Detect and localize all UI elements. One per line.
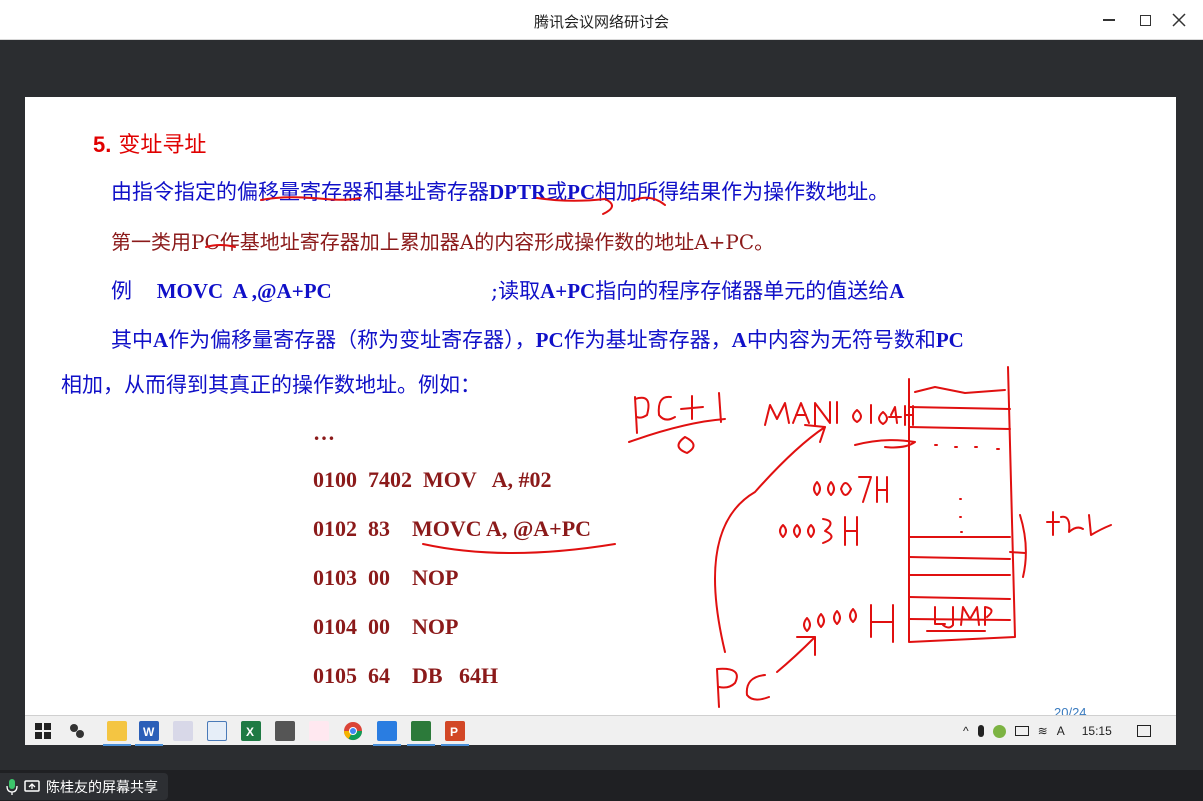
comment-part: 指向的程序存储器单元的值送给 <box>595 279 890 303</box>
wps-icon[interactable] <box>407 721 435 746</box>
slide: 5. 变址寻址 由指令指定的偏移量寄存器和基址寄存器DPTR或PC相加所得结果作… <box>25 97 1176 722</box>
or-text: 或 <box>546 180 568 204</box>
notification-icon[interactable] <box>1136 725 1151 737</box>
close-icon <box>1172 13 1186 27</box>
window-title-bar: 腾讯会议网络研讨会 <box>0 0 1203 40</box>
paragraph-definition: 由指令指定的偏移量寄存器和基址寄存器DPTR或PC相加所得结果作为操作数地址。 <box>111 176 889 206</box>
network-icon[interactable] <box>1014 726 1029 736</box>
svg-text:W: W <box>143 725 155 739</box>
explanation-part: 中内容为无符号数和 <box>746 328 936 352</box>
minimize-icon <box>1103 19 1115 21</box>
code-line: … <box>313 420 335 445</box>
ime-icon[interactable]: A <box>1057 724 1065 738</box>
definition-end-text: 相加所得结果作为操作数地址。 <box>595 180 890 204</box>
clock[interactable]: 15:15 <box>1082 724 1112 738</box>
example-instruction: MOVC A ,@A+PC <box>156 279 332 303</box>
explanation-part: PC <box>535 328 564 352</box>
microphone-icon[interactable] <box>977 725 984 737</box>
comment-part: ;读取 <box>491 279 541 303</box>
paragraph-first-type: 第一类用PC作基地址寄存器加上累加器A的内容形成操作数的地址A+PC。 <box>111 230 775 254</box>
wifi-icon[interactable]: ≋ <box>1038 724 1048 738</box>
share-indicator-bar: 陈桂友的屏幕共享 <box>0 770 1203 801</box>
shared-screen: 5. 变址寻址 由指令指定的偏移量寄存器和基址寄存器DPTR或PC相加所得结果作… <box>0 40 1203 770</box>
settings-app-icon[interactable] <box>67 721 87 741</box>
share-label: 陈桂友的屏幕共享 <box>46 779 158 796</box>
ebook-icon[interactable] <box>173 721 193 741</box>
excel-icon[interactable]: X <box>241 721 261 741</box>
comment-part: A <box>889 279 905 303</box>
dptr-text: DPTR <box>489 180 547 204</box>
powerpoint-icon[interactable]: P <box>441 721 469 746</box>
system-tray: ^ ≋ A 15:15 <box>963 716 1151 746</box>
heading-text: 变址寻址 <box>111 133 207 158</box>
pc-text: PC <box>567 180 596 204</box>
explanation-part: 作为偏移量寄存器（称为变址寄存器）， <box>168 328 536 352</box>
explanation-part: 其中 <box>111 328 153 352</box>
definition-text: 由指令指定的偏移量寄存器和基址寄存器 <box>111 180 489 204</box>
example-comment: ;读取A+PC指向的程序存储器单元的值送给A <box>491 275 904 305</box>
code-line: 0104 00 NOP <box>313 614 459 639</box>
status-app-icon[interactable] <box>992 724 1006 738</box>
explanation-part: PC <box>935 328 964 352</box>
comment-part: A+PC <box>540 279 596 303</box>
code-line: 0100 7402 MOV A, #02 <box>313 467 552 492</box>
minimize-button[interactable] <box>1094 6 1124 34</box>
remote-desktop-icon[interactable] <box>207 721 227 741</box>
code-line: 0102 83 MOVC A, @A+PC <box>313 516 592 541</box>
explanation-part: 作为基址寄存器， <box>563 328 732 352</box>
wifi-app-icon[interactable] <box>309 721 329 741</box>
close-button[interactable] <box>1164 6 1194 34</box>
microphone-icon <box>6 778 18 795</box>
screen-share-icon <box>24 779 40 792</box>
chrome-icon[interactable] <box>343 721 363 741</box>
explanation-part: A <box>731 328 747 352</box>
svg-text:X: X <box>246 725 254 739</box>
shared-taskbar: W X P ^ ≋ A 15:15 <box>25 715 1176 746</box>
heading-number: 5. <box>93 132 112 157</box>
paragraph-explanation: 其中A作为偏移量寄存器（称为变址寄存器），PC作为基址寄存器，A中内容为无符号数… <box>111 324 964 354</box>
maximize-icon <box>1139 14 1151 26</box>
chevron-up-icon[interactable]: ^ <box>963 724 969 738</box>
example-label: 例 <box>111 279 132 303</box>
tencent-meeting-icon[interactable] <box>373 721 401 746</box>
slide-heading: 5. 变址寻址 <box>93 127 206 159</box>
code-line: 0103 00 NOP <box>313 565 459 590</box>
monitor-icon[interactable] <box>275 721 295 741</box>
windows-start-icon[interactable] <box>33 721 53 741</box>
code-line: 0105 64 DB 64H <box>313 663 499 688</box>
paragraph-explanation-cont: 相加，从而得到其真正的操作数地址。例如： <box>61 373 481 397</box>
explanation-part: A <box>153 328 169 352</box>
word-icon[interactable]: W <box>135 721 163 746</box>
maximize-button[interactable] <box>1130 6 1160 34</box>
file-explorer-icon[interactable] <box>103 721 131 746</box>
screen-share-badge[interactable]: 陈桂友的屏幕共享 <box>0 773 168 800</box>
svg-text:P: P <box>450 725 458 739</box>
paragraph-example: 例 MOVC A ,@A+PC <box>111 275 332 305</box>
window-title: 腾讯会议网络研讨会 <box>533 13 669 31</box>
